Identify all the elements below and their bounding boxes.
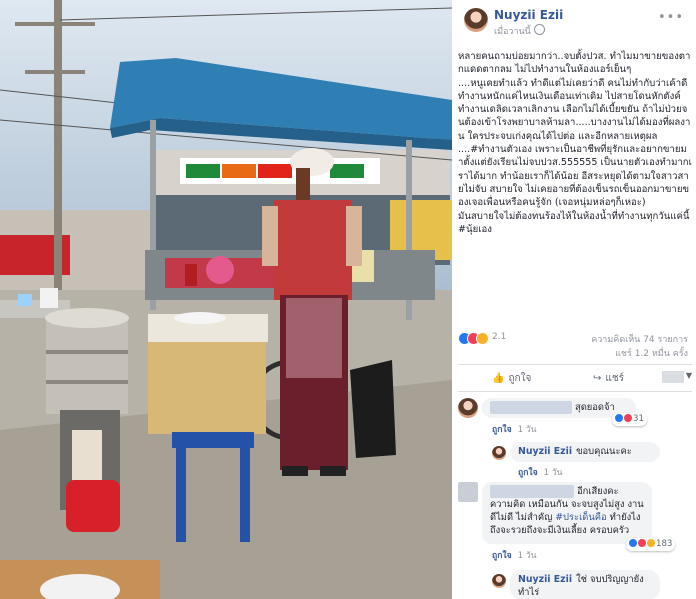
hidden-commenter-name: x [490,485,574,498]
post-time-label: เมื่อวานนี้ [494,27,531,37]
reply-bubble: Nuyzii Ezii ขอบคุณนะคะ [510,442,660,462]
reaction-count[interactable]: 2.1 [492,332,506,342]
reply-author[interactable]: Nuyzii Ezii [518,446,572,457]
post-paragraph-3: ทำงานเดลิดเวลาเลิกงาน เลือกไม่ได้เบี้ยขย… [458,104,691,142]
comment-count[interactable]: ความคิดเห็น 74 รายการ [591,332,688,346]
author-avatar[interactable] [492,574,506,588]
reply-time[interactable]: 1 วัน [544,468,563,478]
photo-scene [0,0,452,599]
share-button-label: แชร์ [605,373,624,384]
reply-text: ขอบคุณนะคะ [576,446,632,457]
comment-like-link[interactable]: ถูกใจ [492,551,512,561]
comment-reaction-count: 183 [656,539,673,549]
comment-hashtag[interactable]: #ประเด็นคือ [555,512,606,523]
love-reaction-icon [638,539,646,547]
haha-reaction-icon [647,539,655,547]
comment-bubble: x อีกเสียงคะ ความคิด เหมือนกัน จะจบสูงไม… [482,482,652,544]
post-time[interactable]: เมื่อวานนี้ [494,24,545,38]
comment-meta: ถูกใจ 1 วัน [492,548,537,562]
comment-item: x สุดยอดจ้า 31 ถูกใจ 1 วัน [458,396,692,440]
reply-author[interactable]: Nuyzii Ezii [518,574,572,585]
post-paragraph-1: หลายคนถามบ่อยมากว่า..จบตั้งปวส. ทำไมมาขา… [458,51,691,76]
post-paragraph-4: ....#ทำงานตัวเอง เพราะเป็นอาชีพที่ยุรักแ… [458,144,692,209]
reply-like-link[interactable]: ถูกใจ [518,468,538,478]
share-arrow-icon: ↪ [593,373,602,384]
reply-item: Nuyzii Ezii ใช่ จบปริญญายังทำไร่ [492,570,692,599]
like-reaction-icon [615,414,623,422]
post-header: Nuyzii Ezii เมื่อวานนี้ ••• [452,0,696,40]
comment-like-link[interactable]: ถูกใจ [492,425,512,435]
reply-meta: ถูกใจ 1 วัน [518,465,563,479]
reply-item: Nuyzii Ezii ขอบคุณนะคะ ถูกใจ 1 วัน [492,442,692,480]
more-options-icon[interactable]: ••• [658,10,684,25]
comment-item: x อีกเสียงคะ ความคิด เหมือนกัน จะจบสูงไม… [458,480,692,562]
like-reaction-icon [629,539,637,547]
share-count[interactable]: แชร์ 1.2 หมื่น ครั้ง [615,346,688,360]
post-paragraph-2: ....หนูเคยทำแล้ว ทำดีแต่ไม่เคยว่าดี คนไม… [458,77,688,102]
globe-icon [533,24,545,35]
post-stats: 2.1 ความคิดเห็น 74 รายการ แชร์ 1.2 หมื่น… [458,330,692,360]
comment-reactions[interactable]: 31 [612,413,647,426]
chevron-down-icon[interactable]: ▼ [686,371,692,380]
commenter-avatar[interactable] [458,482,478,502]
reaction-picker[interactable] [662,371,684,383]
author-avatar[interactable] [464,8,488,32]
like-button[interactable]: 👍 ถูกใจ [492,371,531,386]
post-text: หลายคนถามบ่อยมากว่า..จบตั้งปวส. ทำไมมาขา… [458,50,692,236]
comment-text: สุดยอดจ้า [574,402,615,413]
street-vendor-photo [0,0,452,599]
author-name[interactable]: Nuyzii Ezii [494,8,563,22]
comment-reaction-count: 31 [633,414,644,424]
post-panel: Nuyzii Ezii เมื่อวานนี้ ••• หลายคนถามบ่อ… [452,0,696,599]
like-button-label: ถูกใจ [508,373,532,384]
wow-reaction-icon[interactable] [476,332,489,345]
hidden-commenter-name: x [490,401,572,414]
commenter-avatar[interactable] [458,398,478,418]
share-button[interactable]: ↪ แชร์ [593,371,624,386]
reply-bubble: Nuyzii Ezii ใช่ จบปริญญายังทำไร่ [510,570,660,599]
thumbs-up-icon: 👍 [492,373,505,384]
comment-time[interactable]: 1 วัน [518,551,537,561]
author-avatar[interactable] [492,446,506,460]
comment-time[interactable]: 1 วัน [518,425,537,435]
comment-reactions[interactable]: 183 [626,538,676,551]
comment-meta: ถูกใจ 1 วัน [492,422,537,436]
post-actions: 👍 ถูกใจ ↪ แชร์ ▼ [458,364,692,392]
love-reaction-icon [624,414,632,422]
post-paragraph-5: มันสบายใจไม่ต้องทนร้องไห้ในห้องน้ำที่ทำง… [458,210,690,235]
